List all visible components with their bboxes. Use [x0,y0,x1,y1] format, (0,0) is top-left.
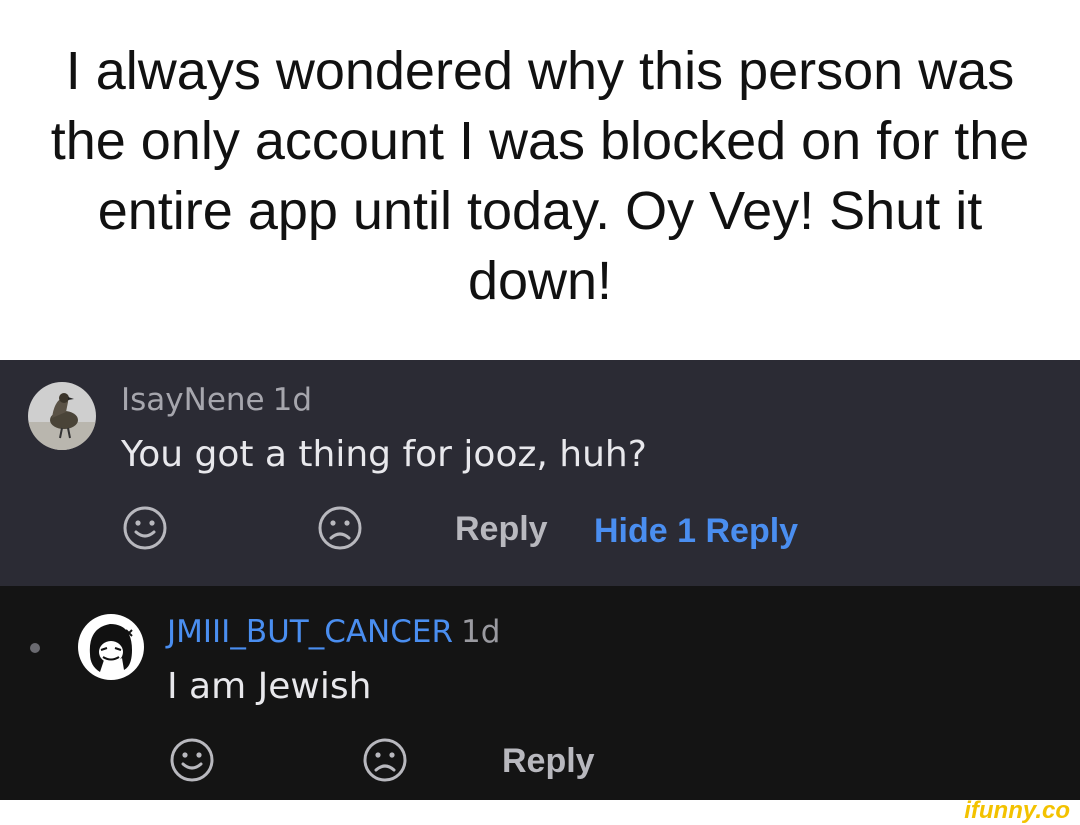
reply-username[interactable]: JMIII_BUT_CANCER 1d [167,614,500,650]
comment-time: 1d [272,382,313,418]
reply-time: 1d [461,614,501,650]
thread-indicator-dot [30,643,40,653]
footer-strip [0,800,1080,822]
user-avatar[interactable] [78,614,144,680]
smile-icon[interactable] [122,505,168,551]
reply-text: I am Jewish [167,666,372,707]
reply-button[interactable]: Reply [502,742,595,781]
frown-icon[interactable] [317,505,363,551]
hide-replies-button[interactable]: Hide 1 Reply [594,512,798,551]
reply-button[interactable]: Reply [455,510,548,549]
reply-card: JMIII_BUT_CANCER 1d I am Jewish Reply [0,586,1080,800]
frown-icon[interactable] [362,737,408,783]
comment-username[interactable]: IsayNene 1d [121,382,312,418]
ifunny-watermark: ifunny.co [964,797,1070,824]
comment-card: IsayNene 1d You got a thing for jooz, huh… [0,360,1080,586]
comment-text: You got a thing for jooz, huh? [121,434,647,475]
meme-caption: I always wondered why this person was th… [0,0,1080,360]
username-text[interactable]: JMIII_BUT_CANCER [167,614,453,650]
user-avatar[interactable] [28,382,96,450]
caption-text: I always wondered why this person was th… [50,41,1030,311]
smile-icon[interactable] [169,737,215,783]
username-text[interactable]: IsayNene [121,382,265,418]
